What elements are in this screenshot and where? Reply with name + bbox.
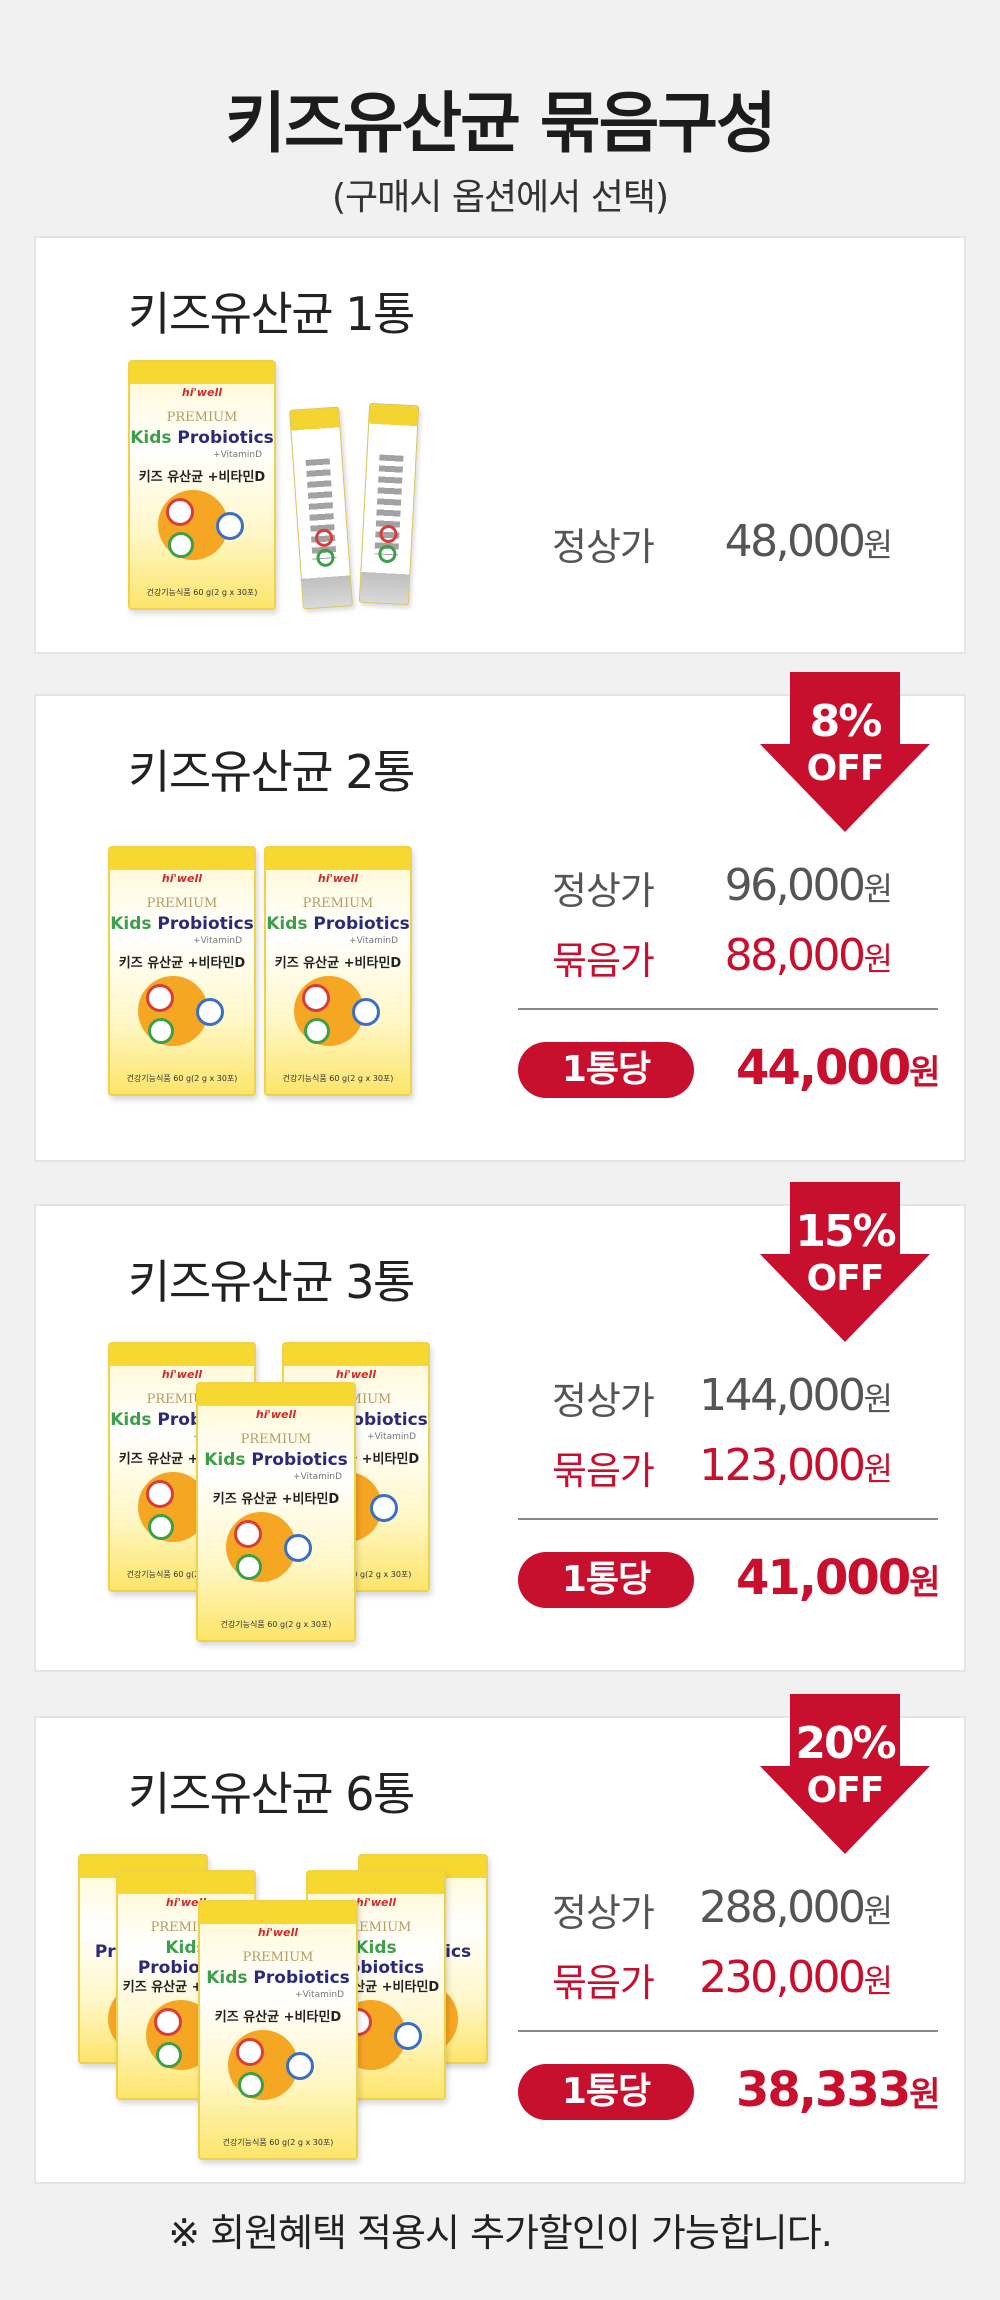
page-subtitle: (구매시 옵션에서 선택): [331, 177, 669, 218]
product-box: hi'well PREMIUM Kids Probiotics +Vitamin…: [108, 846, 256, 1096]
bundle-price-label: 묶음가: [552, 939, 655, 983]
bundle-price-row: 묶음가 123,000원: [518, 1440, 918, 1496]
regular-price-label: 정상가: [552, 1891, 655, 1935]
regular-price-row: 정상가 144,000원: [518, 1370, 918, 1426]
regular-price-label: 정상가: [552, 1379, 655, 1423]
discount-badge: 8% OFF: [760, 672, 930, 832]
bundle-price-label: 묶음가: [552, 1449, 655, 1493]
product-stick: [358, 402, 420, 606]
option-card-6[interactable]: 20% OFF 키즈유산균 6통 hi'well Kids Probiotics…: [34, 1694, 966, 2184]
per-unit-badge: 1통당: [518, 1552, 694, 1608]
regular-price-label: 정상가: [552, 525, 655, 569]
option-card-2[interactable]: 8% OFF 키즈유산균 2통 hi'well PREMIUM Kids Pro…: [34, 672, 966, 1162]
option-title: 키즈유산균 2통: [128, 745, 415, 799]
option-card-1[interactable]: 키즈유산균 1통 hi'well PREMIUM Kids Probiotics…: [34, 236, 966, 654]
price-divider: [518, 2030, 938, 2032]
per-unit-price: 41,000원: [736, 1550, 941, 1606]
product-box: hi'well PREMIUM Kids Probiotics +Vitamin…: [128, 360, 276, 610]
regular-price-value: 144,000원: [699, 1370, 893, 1421]
regular-price-row: 정상가 96,000원: [518, 860, 918, 916]
price-divider: [518, 1008, 938, 1010]
per-unit-badge: 1통당: [518, 2064, 694, 2120]
product-image: hi'well PREMIUM Kids Probiotics +Vitamin…: [128, 360, 448, 620]
product-stick: [289, 406, 353, 610]
discount-badge: 20% OFF: [760, 1694, 930, 1854]
bundle-price-row: 묶음가 88,000원: [518, 930, 918, 986]
regular-price-label: 정상가: [552, 869, 655, 913]
bundle-price-label: 묶음가: [552, 1961, 655, 2005]
product-box: hi'well PREMIUM Kids Probiotics +Vitamin…: [196, 1382, 356, 1642]
discount-badge: 15% OFF: [760, 1182, 930, 1342]
product-box: hi'well PREMIUM Kids Probiotics +Vitamin…: [198, 1900, 358, 2160]
option-title: 키즈유산균 6통: [128, 1767, 415, 1821]
regular-price-row: 정상가 288,000원: [518, 1882, 918, 1938]
product-image: hi'well PREMIUM Kids Probiotics +Vitamin…: [108, 846, 438, 1106]
regular-price-value: 96,000원: [724, 860, 893, 911]
bundle-price-value: 230,000원: [699, 1952, 893, 2003]
bundle-price-row: 묶음가 230,000원: [518, 1952, 918, 2008]
option-card-3[interactable]: 15% OFF 키즈유산균 3통 hi'well PREMIUM Kids Pr…: [34, 1182, 966, 1672]
per-unit-price: 44,000원: [736, 1040, 941, 1096]
regular-price-row: 정상가 48,000원: [518, 516, 918, 572]
bundle-price-value: 88,000원: [724, 930, 893, 981]
page-title: 키즈유산균 묶음구성: [225, 85, 776, 162]
option-title: 키즈유산균 3통: [128, 1255, 415, 1309]
member-benefit-note: ※ 회원혜택 적용시 추가할인이 가능합니다.: [168, 2211, 833, 2255]
per-unit-price: 38,333원: [736, 2062, 941, 2118]
option-title: 키즈유산균 1통: [128, 287, 415, 341]
bundle-price-value: 123,000원: [699, 1440, 893, 1491]
per-unit-badge: 1통당: [518, 1042, 694, 1098]
price-divider: [518, 1518, 938, 1520]
regular-price-value: 48,000원: [724, 516, 893, 567]
product-image: hi'well Kids Probiotics hi'well Kids Pro…: [78, 1854, 498, 2164]
regular-price-value: 288,000원: [699, 1882, 893, 1933]
product-image: hi'well PREMIUM Kids Probiotics +Vitamin…: [108, 1342, 438, 1642]
product-box: hi'well PREMIUM Kids Probiotics +Vitamin…: [264, 846, 412, 1096]
